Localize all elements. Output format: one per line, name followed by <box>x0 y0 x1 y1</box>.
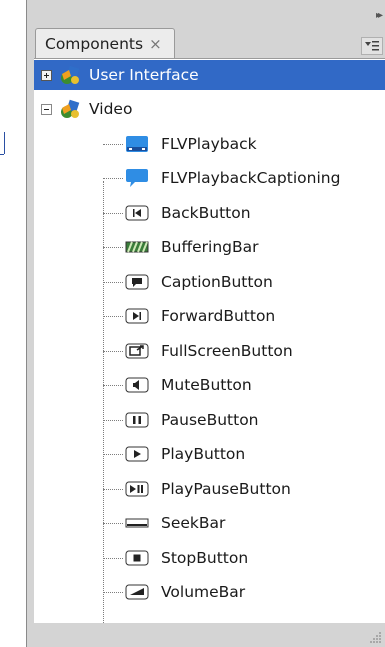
background-link-underline <box>0 154 4 155</box>
stop-button-icon <box>125 549 149 567</box>
close-icon[interactable]: × <box>149 35 162 53</box>
tree-item-label: BackButton <box>161 204 251 222</box>
tree-item-stopbutton[interactable]: StopButton <box>103 543 248 573</box>
resize-grip-icon[interactable] <box>370 631 382 643</box>
volume-bar-icon <box>125 583 149 601</box>
tree-group-video[interactable]: Video <box>34 94 132 124</box>
panel-tab-bar: ▸▸ Components × <box>27 0 385 58</box>
forward-button-icon <box>125 307 149 325</box>
tree-item-label: SeekBar <box>161 514 226 532</box>
tree-group-label: Video <box>89 100 133 118</box>
tab-label: Components <box>45 34 144 53</box>
tree-item-forwardbutton[interactable]: ForwardButton <box>103 301 275 331</box>
caption-button-icon <box>125 273 149 291</box>
components-panel: ▸▸ Components × User Interface Video FLV… <box>26 0 385 647</box>
tree-group-user-interface[interactable]: User Interface <box>34 60 385 90</box>
back-button-icon <box>125 204 149 222</box>
play-pause-button-icon <box>125 480 149 498</box>
tree-item-label: FLVPlaybackCaptioning <box>161 169 341 187</box>
tree-item-label: BufferingBar <box>161 238 259 256</box>
flvplayback-icon <box>125 135 149 153</box>
tree-item-fullscreenbutton[interactable]: FullScreenButton <box>103 336 293 366</box>
mute-button-icon <box>125 376 149 394</box>
tree-item-bufferingbar[interactable]: BufferingBar <box>103 232 259 262</box>
tree-item-label: CaptionButton <box>161 273 273 291</box>
expand-plus-icon[interactable] <box>41 69 52 81</box>
play-button-icon <box>125 445 149 463</box>
tree-item-playpausebutton[interactable]: PlayPauseButton <box>103 474 291 504</box>
tree-item-label: PlayButton <box>161 445 246 463</box>
tree-group-label: User Interface <box>89 66 199 84</box>
tree-item-pausebutton[interactable]: PauseButton <box>103 405 259 435</box>
tree-item-label: ForwardButton <box>161 307 276 325</box>
tree-item-seekbar[interactable]: SeekBar <box>103 508 225 538</box>
collapse-panel-icon[interactable]: ▸▸ <box>376 10 383 21</box>
tree-item-label: FLVPlayback <box>161 135 257 153</box>
tree-item-label: MuteButton <box>161 376 252 394</box>
pause-button-icon <box>125 411 149 429</box>
tree-item-volumebar[interactable]: VolumeBar <box>103 577 245 607</box>
tree-item-backbutton[interactable]: BackButton <box>103 198 251 228</box>
panel-options-menu-icon[interactable] <box>361 37 383 55</box>
tree-item-playbutton[interactable]: PlayButton <box>103 439 245 469</box>
tree-item-label: PlayPauseButton <box>161 480 291 498</box>
tree-item-label: FullScreenButton <box>161 342 293 360</box>
tree-item-mutebutton[interactable]: MuteButton <box>103 370 252 400</box>
component-folder-icon <box>61 99 80 118</box>
component-tree: User Interface Video FLVPlayback FLVPlay… <box>34 58 385 647</box>
background-window-edge <box>0 0 26 647</box>
component-folder-icon <box>61 65 80 84</box>
tree-item-label: VolumeBar <box>161 583 246 601</box>
fullscreen-button-icon <box>125 342 149 360</box>
speech-bubble-icon <box>125 169 149 187</box>
background-link-fragment[interactable] <box>0 132 5 154</box>
tree-item-captionbutton[interactable]: CaptionButton <box>103 267 273 297</box>
buffering-bar-icon <box>125 238 149 256</box>
tree-item-flvplaybackcaptioning[interactable]: FLVPlaybackCaptioning <box>103 163 340 193</box>
collapse-minus-icon[interactable] <box>41 103 52 115</box>
panel-footer <box>27 623 385 647</box>
seek-bar-icon <box>125 514 149 532</box>
tree-item-label: StopButton <box>161 549 249 567</box>
tab-components[interactable]: Components × <box>35 28 175 58</box>
tree-item-label: PauseButton <box>161 411 259 429</box>
tree-item-flvplayback[interactable]: FLVPlayback <box>103 129 257 159</box>
